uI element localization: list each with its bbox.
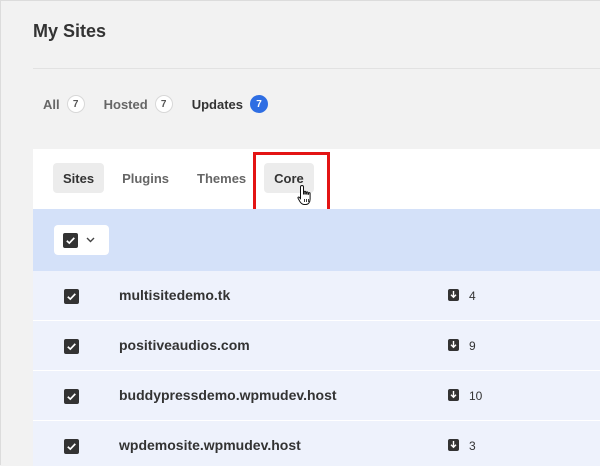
page-title: My Sites <box>33 21 107 41</box>
site-name[interactable]: multisitedemo.tk <box>119 287 230 303</box>
count-badge: 7 <box>154 95 173 113</box>
row-checkbox[interactable] <box>64 289 79 304</box>
row-checkbox[interactable] <box>64 339 79 354</box>
count-badge: 7 <box>66 95 85 113</box>
filter-tab-hosted[interactable]: Hosted 7 <box>104 95 173 113</box>
update-count: 9 <box>469 339 476 353</box>
filter-tabs: All 7 Hosted 7 Updates 7 <box>43 95 287 113</box>
app-frame: My Sites All 7 Hosted 7 Updates 7 Sites … <box>0 0 600 466</box>
update-count: 3 <box>469 439 476 453</box>
update-count: 4 <box>469 289 476 303</box>
filter-tab-label: Updates <box>191 96 243 112</box>
table-row[interactable]: buddypressdemo.wpmudev.host 10 <box>33 371 600 421</box>
bulk-select-bar <box>33 209 600 271</box>
sites-panel: Sites Plugins Themes Core multisitedemo.… <box>33 149 600 466</box>
chevron-down-icon <box>86 237 95 243</box>
count-badge: 7 <box>249 95 268 113</box>
table-row[interactable]: multisitedemo.tk 4 <box>33 271 600 321</box>
site-name[interactable]: positiveaudios.com <box>119 337 250 353</box>
hand-cursor-icon <box>297 184 311 205</box>
update-count: 10 <box>469 389 483 403</box>
download-icon <box>448 389 459 401</box>
bulk-select-dropdown[interactable] <box>54 225 109 255</box>
table-row[interactable]: wpdemosite.wpmudev.host 3 <box>33 421 600 466</box>
download-icon <box>448 439 459 451</box>
filter-tab-updates[interactable]: Updates 7 <box>192 95 268 113</box>
table-row[interactable]: positiveaudios.com 9 <box>33 321 600 371</box>
filter-tab-all[interactable]: All 7 <box>43 95 85 113</box>
site-name[interactable]: wpdemosite.wpmudev.host <box>119 437 301 453</box>
download-icon <box>448 339 459 351</box>
tab-themes[interactable]: Themes <box>187 163 256 193</box>
filter-tab-label: Hosted <box>103 96 148 112</box>
site-name[interactable]: buddypressdemo.wpmudev.host <box>119 387 337 403</box>
download-icon <box>448 289 459 301</box>
row-checkbox[interactable] <box>64 389 79 404</box>
checkbox-checked-icon[interactable] <box>63 232 78 248</box>
tab-sites[interactable]: Sites <box>53 163 105 193</box>
tab-plugins[interactable]: Plugins <box>112 163 179 193</box>
filter-tab-label: All <box>43 96 60 112</box>
row-checkbox[interactable] <box>64 439 79 454</box>
header-divider <box>33 68 600 69</box>
